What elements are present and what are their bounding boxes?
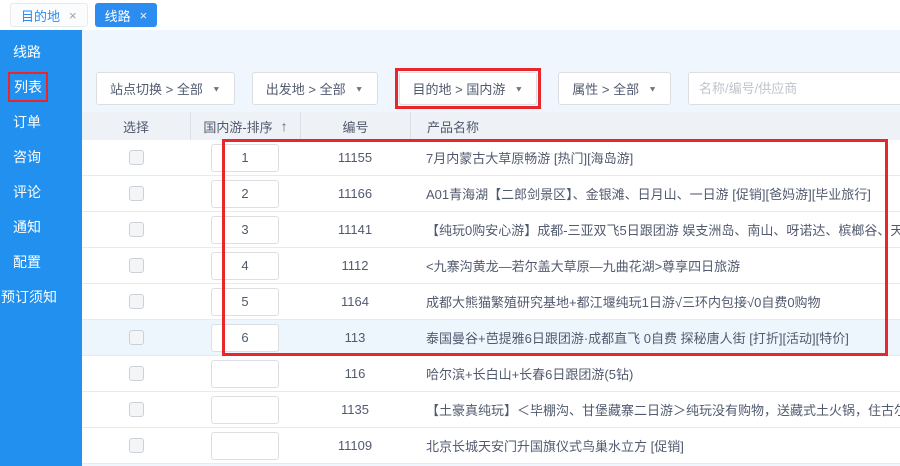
product-name: 成都大熊猫繁殖研究基地+都江堰纯玩1日游√三环内包接√0自费0购物 [410, 284, 900, 319]
chevron-down-icon: ▼ [514, 84, 523, 93]
sort-order-input[interactable] [211, 396, 279, 424]
sidebar-item-label: 列表 [14, 79, 42, 95]
table-row: 1135 【土豪真纯玩】＜毕棚沟、甘堡藏寨二日游＞纯玩没有购物，送藏式土火锅，住… [82, 392, 900, 428]
row-checkbox[interactable] [129, 294, 144, 309]
column-label: 编号 [342, 117, 368, 136]
product-table: 选择 国内游-排序 ↑ 编号 产品名称 11155 7月内蒙古大草原畅游 [热门… [82, 112, 900, 464]
product-name: 【纯玩0购安心游】成都-三亚双飞5日跟团游 娱支洲岛、南山、呀诺达、槟榔谷、天涯… [410, 212, 900, 247]
tab-route-label: 线路 [105, 6, 131, 25]
table-row: 11109 北京长城天安门升国旗仪式鸟巢水立方 [促销] [82, 428, 900, 464]
tab-destination-label: 目的地 [21, 6, 60, 25]
table-row: 1112 <九寨沟黄龙—若尔盖大草原—九曲花湖>尊享四日旅游 [82, 248, 900, 284]
sort-order-input[interactable] [211, 432, 279, 460]
product-code: 116 [300, 356, 410, 391]
sidebar: 线路 列表 订单 咨询 评论 通知 配置 预订须知 [0, 30, 82, 466]
sort-ascending-icon[interactable]: ↑ [281, 118, 288, 134]
sort-order-input[interactable] [211, 144, 279, 172]
table-row: 116 哈尔滨+长白山+长春6日跟团游(5钻) [82, 356, 900, 392]
sidebar-item-comments[interactable]: 评论 [0, 174, 82, 209]
dropdown-label: 属性 > 全部 [572, 79, 639, 98]
product-code: 1135 [300, 392, 410, 427]
main-content: 站点切换 > 全部 ▼ 出发地 > 全部 ▼ 目的地 > 国内游 ▼ 属性 > … [82, 30, 900, 466]
product-name: A01青海湖【二郎剑景区】、金银滩、日月山、一日游 [促销][爸妈游][毕业旅行… [410, 176, 900, 211]
sidebar-item-booking-notes[interactable]: 预订须知 [0, 279, 82, 314]
chevron-down-icon: ▼ [648, 84, 657, 93]
table-row: 11141 【纯玩0购安心游】成都-三亚双飞5日跟团游 娱支洲岛、南山、呀诺达、… [82, 212, 900, 248]
product-code: 11155 [300, 140, 410, 175]
row-checkbox[interactable] [129, 366, 144, 381]
close-icon[interactable]: × [69, 8, 77, 23]
dropdown-label: 站点切换 > 全部 [110, 79, 203, 98]
column-label: 选择 [123, 117, 149, 136]
sort-order-input[interactable] [211, 324, 279, 352]
sort-order-input[interactable] [211, 288, 279, 316]
sidebar-item-label: 配置 [13, 252, 41, 272]
sidebar-item-notifications[interactable]: 通知 [0, 209, 82, 244]
column-header-code: 编号 [300, 112, 410, 140]
sidebar-item-label: 订单 [13, 112, 41, 132]
table-row: 11166 A01青海湖【二郎剑景区】、金银滩、日月山、一日游 [促销][爸妈游… [82, 176, 900, 212]
row-checkbox[interactable] [129, 222, 144, 237]
dropdown-label: 目的地 > 国内游 [413, 79, 506, 98]
chevron-down-icon: ▼ [212, 84, 221, 93]
product-code: 11166 [300, 176, 410, 211]
column-header-name: 产品名称 [410, 112, 900, 140]
product-name: 北京长城天安门升国旗仪式鸟巢水立方 [促销] [410, 428, 900, 463]
tab-bar: 目的地 × 线路 × [0, 0, 900, 30]
row-checkbox[interactable] [129, 438, 144, 453]
sidebar-item-label: 通知 [13, 217, 41, 237]
product-name: <九寨沟黄龙—若尔盖大草原—九曲花湖>尊享四日旅游 [410, 248, 900, 283]
sort-order-input[interactable] [211, 180, 279, 208]
sort-order-input[interactable] [211, 360, 279, 388]
annotation-box-destination: 目的地 > 国内游 ▼ [395, 68, 542, 109]
product-code: 113 [300, 320, 410, 355]
row-checkbox[interactable] [129, 402, 144, 417]
site-switch-dropdown[interactable]: 站点切换 > 全部 ▼ [96, 72, 235, 105]
destination-dropdown[interactable]: 目的地 > 国内游 ▼ [399, 72, 538, 105]
sidebar-item-inquiries[interactable]: 咨询 [0, 139, 82, 174]
product-name: 哈尔滨+长白山+长春6日跟团游(5钻) [410, 356, 900, 391]
table-row: 1164 成都大熊猫繁殖研究基地+都江堰纯玩1日游√三环内包接√0自费0购物 [82, 284, 900, 320]
tab-route[interactable]: 线路 × [95, 3, 158, 27]
column-label: 国内游-排序 [203, 117, 272, 136]
sort-order-input[interactable] [211, 252, 279, 280]
sidebar-item-route[interactable]: 线路 [0, 34, 82, 69]
sidebar-item-orders[interactable]: 订单 [0, 104, 82, 139]
product-code: 1112 [300, 248, 410, 283]
table-row: 11155 7月内蒙古大草原畅游 [热门][海岛游] [82, 140, 900, 176]
sort-order-input[interactable] [211, 216, 279, 244]
search-input[interactable] [688, 72, 900, 105]
chevron-down-icon: ▼ [355, 84, 364, 93]
sidebar-item-list[interactable]: 列表 [0, 69, 82, 104]
sidebar-item-settings[interactable]: 配置 [0, 244, 82, 279]
product-name: 7月内蒙古大草原畅游 [热门][海岛游] [410, 140, 900, 175]
product-code: 11141 [300, 212, 410, 247]
product-name: 泰国曼谷+芭提雅6日跟团游·成都直飞 0自费 探秘唐人街 [打折][活动][特价… [410, 320, 900, 355]
row-checkbox[interactable] [129, 186, 144, 201]
column-label: 产品名称 [427, 117, 479, 136]
sidebar-item-label: 预订须知 [1, 287, 57, 307]
table-header: 选择 国内游-排序 ↑ 编号 产品名称 [82, 112, 900, 140]
row-checkbox[interactable] [129, 150, 144, 165]
column-header-sort[interactable]: 国内游-排序 ↑ [190, 112, 300, 140]
column-header-select: 选择 [82, 112, 190, 140]
sidebar-item-label: 评论 [13, 182, 41, 202]
close-icon[interactable]: × [140, 8, 148, 23]
annotation-box-list: 列表 [8, 72, 48, 102]
sidebar-item-label: 线路 [13, 42, 41, 62]
tab-destination[interactable]: 目的地 × [10, 3, 88, 27]
attribute-dropdown[interactable]: 属性 > 全部 ▼ [558, 72, 671, 105]
sidebar-item-label: 咨询 [13, 147, 41, 167]
product-code: 1164 [300, 284, 410, 319]
product-code: 11109 [300, 428, 410, 463]
product-name: 【土豪真纯玩】＜毕棚沟、甘堡藏寨二日游＞纯玩没有购物，送藏式土火锅，住古尔沟 [… [410, 392, 900, 427]
table-row: 113 泰国曼谷+芭提雅6日跟团游·成都直飞 0自费 探秘唐人街 [打折][活动… [82, 320, 900, 356]
dropdown-label: 出发地 > 全部 [266, 79, 346, 98]
row-checkbox[interactable] [129, 258, 144, 273]
filter-bar: 站点切换 > 全部 ▼ 出发地 > 全部 ▼ 目的地 > 国内游 ▼ 属性 > … [96, 68, 900, 109]
departure-dropdown[interactable]: 出发地 > 全部 ▼ [252, 72, 378, 105]
row-checkbox[interactable] [129, 330, 144, 345]
